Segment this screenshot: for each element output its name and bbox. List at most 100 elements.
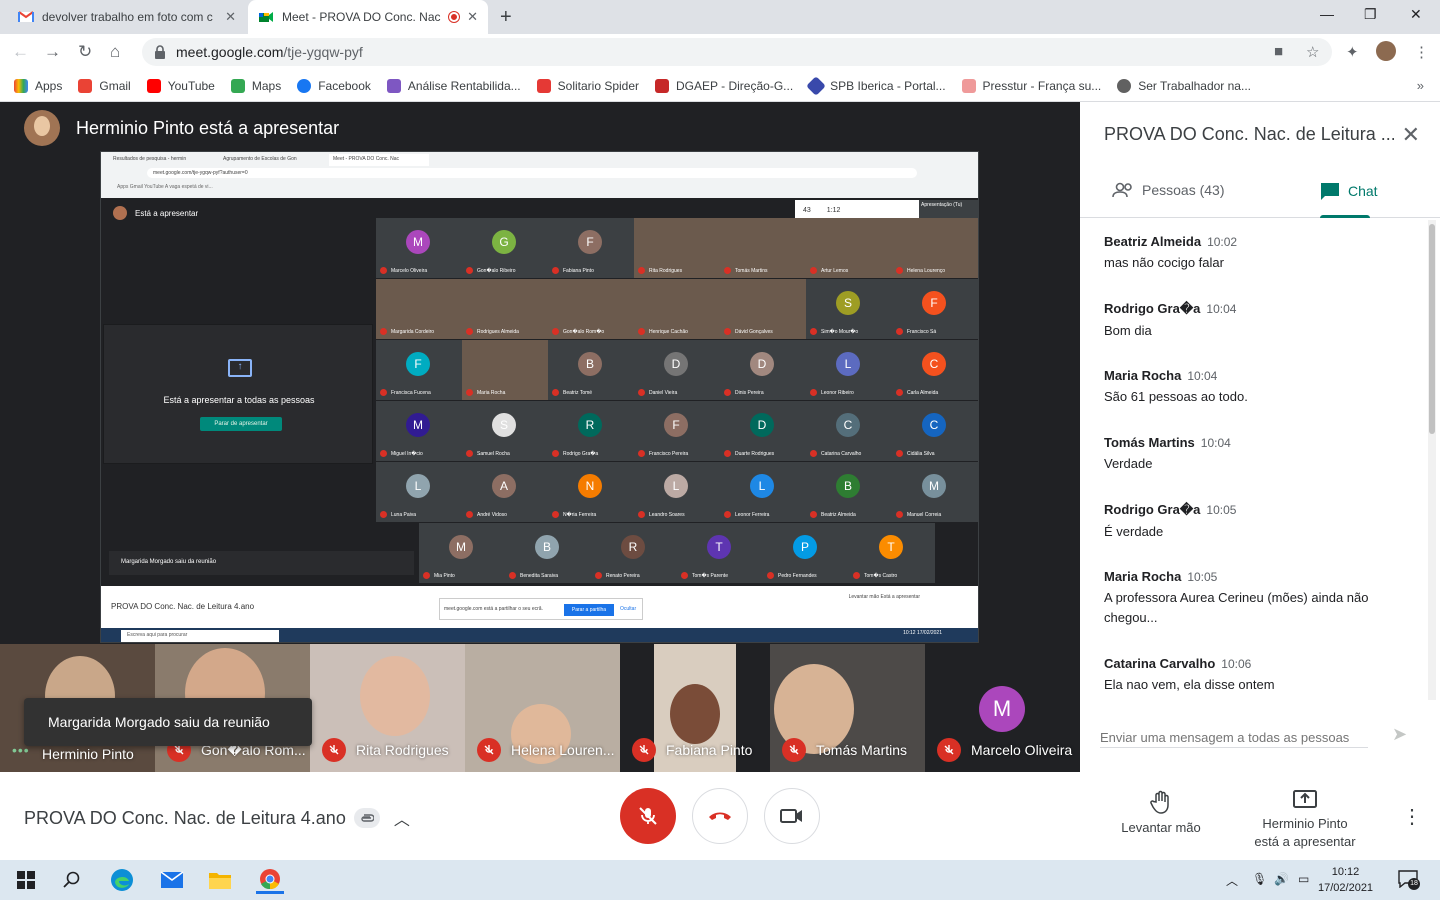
raise-hand-button[interactable]: Levantar mão <box>1108 790 1214 837</box>
windows-start-icon[interactable] <box>14 868 38 892</box>
minimize-icon[interactable]: — <box>1320 6 1334 22</box>
presstur-icon <box>961 78 976 93</box>
volume-icon[interactable]: 🔊 <box>1274 872 1289 886</box>
bookmark-presstur[interactable]: Presstur - França su... <box>961 78 1101 93</box>
shared-participant-tile: C Catarina Carvalho <box>806 401 892 461</box>
shared-stop-presenting-button: Parar de apresentar <box>200 417 282 431</box>
shared-participant-tile: Gon�alo Rom�o <box>548 279 634 339</box>
bookmark-facebook[interactable]: Facebook <box>297 78 371 93</box>
shared-participant-name: Maria Rocha <box>466 389 505 396</box>
spb-icon <box>806 75 827 96</box>
close-tab-icon[interactable]: ✕ <box>467 9 478 25</box>
shared-participant-tile: D Daniel Vieira <box>634 340 720 400</box>
video-tile[interactable]: Fabiana Pinto <box>620 644 770 772</box>
scrollbar-thumb[interactable] <box>1429 224 1435 434</box>
more-options-icon[interactable]: ⋮ <box>1402 804 1422 829</box>
back-icon[interactable]: ← <box>12 42 29 62</box>
search-icon[interactable] <box>60 868 84 892</box>
chat-message: Maria Rocha 10:05 A professora Aurea Cerin… <box>1104 569 1404 628</box>
presenting-status-button[interactable]: Herminio Pinto está a apresentar <box>1236 790 1374 851</box>
microphone-toggle-button[interactable] <box>620 788 676 844</box>
presenting-status-line2: está a apresentar <box>1254 834 1356 849</box>
close-panel-icon[interactable]: ✕ <box>1402 122 1420 148</box>
maximize-icon[interactable]: ❐ <box>1364 6 1377 23</box>
shared-participant-tile: F Fabiana Pinto <box>548 218 634 278</box>
shared-leave-note: Margarida Morgado saiu da reunião <box>109 551 414 575</box>
url-host: meet.google.com <box>176 44 284 60</box>
shared-participant-tile: S Samuel Rocha <box>462 401 548 461</box>
chat-scrollbar[interactable] <box>1428 220 1436 700</box>
bookmark-apps[interactable]: Apps <box>14 78 62 93</box>
taskbar-clock[interactable]: 10:12 17/02/2021 <box>1318 864 1373 896</box>
new-tab-button[interactable]: + <box>500 6 512 29</box>
leave-call-button[interactable] <box>692 788 748 844</box>
mail-icon[interactable] <box>160 868 184 892</box>
shared-participant-tile: A André Vidoso <box>462 462 548 522</box>
bookmark-ser-trabalhador[interactable]: Ser Trabalhador na... <box>1117 78 1251 93</box>
bookmark-youtube[interactable]: YouTube <box>146 78 215 93</box>
raise-hand-label: Levantar mão <box>1121 820 1201 835</box>
video-tile[interactable]: Helena Louren... <box>465 644 620 772</box>
bookmark-solitario[interactable]: Solitario Spider <box>536 78 639 93</box>
notifications-icon[interactable]: 18 <box>1398 870 1420 890</box>
participant-name: Helena Louren... <box>477 738 615 762</box>
microphone-icon[interactable]: 🎙 <box>1252 872 1267 886</box>
message-text: É verdade <box>1104 524 1164 539</box>
avatar: L <box>836 352 860 376</box>
bookmark-gmail[interactable]: Gmail <box>78 78 131 93</box>
globe-icon <box>1117 78 1132 93</box>
shared-participant-name: Dinis Pereira <box>724 389 764 396</box>
address-bar[interactable]: meet.google.com/tje-ygqw-pyf <box>142 38 1332 66</box>
mic-off-icon <box>782 738 806 762</box>
participant-name-text: Tomás Martins <box>816 742 908 758</box>
bookmark-analise[interactable]: Análise Rentabilida... <box>386 78 521 93</box>
network-icon[interactable]: ▭ <box>1298 872 1309 886</box>
chat-input[interactable] <box>1100 728 1368 748</box>
edge-icon[interactable] <box>110 868 134 892</box>
maps-icon <box>230 78 245 93</box>
meeting-details[interactable]: PROVA DO Conc. Nac. de Leitura 4.ano ︿ <box>24 806 410 830</box>
bookmark-dgaep[interactable]: DGAEP - Direção-G... <box>655 78 793 93</box>
camera-in-use-icon[interactable]: ■ <box>1274 43 1283 60</box>
shared-participant-name: N�ria Ferreira <box>552 511 596 518</box>
more-bookmarks-icon[interactable]: » <box>1417 78 1424 93</box>
camera-toggle-button[interactable] <box>764 788 820 844</box>
video-tile[interactable]: Tomás Martins <box>770 644 925 772</box>
chrome-icon[interactable] <box>256 866 284 894</box>
bookmark-maps[interactable]: Maps <box>230 78 281 93</box>
bookmark-star-icon[interactable]: ☆ <box>1306 43 1319 61</box>
file-explorer-icon[interactable] <box>208 868 232 892</box>
browser-menu-icon[interactable]: ⋮ <box>1414 43 1429 61</box>
avatar: D <box>664 352 688 376</box>
shared-participant-tile: R Rodrigo Gra�a <box>548 401 634 461</box>
bookmark-label: SPB Iberica - Portal... <box>830 78 946 93</box>
shared-participant-name: Helena Lourenço <box>896 267 945 274</box>
chat-icon <box>1321 183 1339 200</box>
tab-people[interactable]: Pessoas (43) <box>1112 182 1224 198</box>
forward-icon[interactable]: → <box>44 42 61 62</box>
browser-tab-active[interactable]: Meet - PROVA DO Conc. Nac ✕ <box>248 0 488 34</box>
shared-participant-tile: M Marcelo Oliveira <box>376 218 462 278</box>
mic-off-icon <box>937 738 961 762</box>
shared-participant-tile: B Benedita Saraiva <box>505 523 591 583</box>
bookmark-spb[interactable]: SPB Iberica - Portal... <box>806 75 946 96</box>
video-tile[interactable]: Rita Rodrigues <box>310 644 465 772</box>
reload-icon[interactable]: ↻ <box>78 42 92 62</box>
browser-tab[interactable]: devolver trabalho em foto com c ✕ <box>8 0 246 34</box>
profile-avatar[interactable] <box>1376 41 1396 61</box>
extensions-icon[interactable]: ✦ <box>1346 43 1359 61</box>
shared-participant-tile: T Tom�s Castro <box>849 523 935 583</box>
shared-participant-name: Rita Rodrigues <box>638 267 682 274</box>
message-text: A professora Aurea Cerineu (mões) ainda … <box>1104 590 1369 625</box>
avatar: M <box>449 535 473 559</box>
chevron-up-icon[interactable]: ︿ <box>1226 872 1238 889</box>
tab-chat[interactable]: Chat <box>1320 182 1378 200</box>
chat-message-list: Beatriz Almeida 10:02 mas não cocigo falar… <box>1080 220 1426 700</box>
video-tile[interactable]: M Marcelo Oliveira <box>925 644 1080 772</box>
send-icon[interactable]: ➤ <box>1392 724 1407 745</box>
close-tab-icon[interactable]: ✕ <box>225 9 236 25</box>
home-icon[interactable]: ⌂ <box>110 42 120 62</box>
chevron-up-icon[interactable]: ︿ <box>394 806 410 830</box>
close-window-icon[interactable]: ✕ <box>1410 6 1422 23</box>
message-text: Verdade <box>1104 456 1153 471</box>
